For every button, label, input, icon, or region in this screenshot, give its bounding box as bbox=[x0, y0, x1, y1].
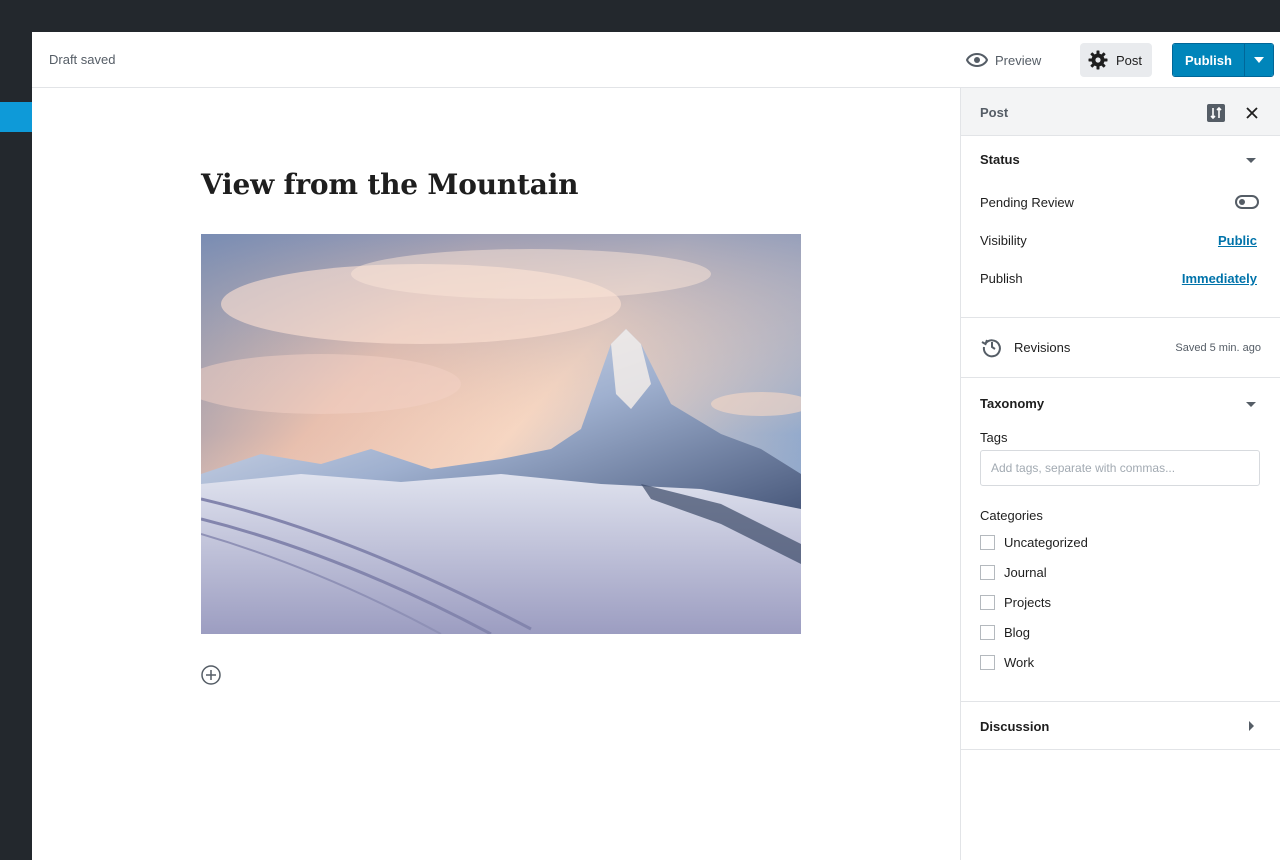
publish-date-link[interactable]: Immediately bbox=[1182, 271, 1257, 286]
caret-down-icon[interactable] bbox=[1245, 399, 1257, 411]
category-label: Blog bbox=[1004, 625, 1031, 640]
category-label: Journal bbox=[1004, 565, 1047, 580]
plus-circle-icon bbox=[201, 665, 221, 685]
admin-bar bbox=[0, 0, 1280, 32]
sidebar-header: Post bbox=[961, 88, 1280, 136]
settings-button[interactable]: Post bbox=[1080, 43, 1152, 77]
history-icon bbox=[981, 339, 1001, 358]
settings-sidebar: Post Status Pending Review Visibility Pu… bbox=[960, 88, 1280, 860]
pending-review-label: Pending Review bbox=[980, 195, 1074, 210]
discussion-panel-title[interactable]: Discussion bbox=[980, 719, 1049, 734]
mountain-photo bbox=[201, 234, 801, 634]
taxonomy-panel-title[interactable]: Taxonomy bbox=[980, 396, 1044, 411]
category-label: Uncategorized bbox=[1004, 535, 1088, 550]
discussion-panel[interactable]: Discussion bbox=[961, 702, 1280, 750]
status-panel: Status Pending Review Visibility Public … bbox=[961, 136, 1280, 318]
category-label: Work bbox=[1004, 655, 1035, 670]
checkbox[interactable] bbox=[980, 535, 995, 550]
sidebar-toggle-icon[interactable] bbox=[1207, 104, 1225, 122]
post-title[interactable]: View from the Mountain bbox=[201, 168, 578, 201]
admin-menu-active-item[interactable] bbox=[0, 102, 32, 132]
publish-date-label: Publish bbox=[980, 271, 1023, 286]
category-checkbox-projects[interactable]: Projects bbox=[980, 595, 1051, 610]
checkbox[interactable] bbox=[980, 655, 995, 670]
publish-button-group: Publish bbox=[1172, 43, 1274, 77]
category-label: Projects bbox=[1004, 595, 1051, 610]
taxonomy-panel: Taxonomy Tags Categories Uncategorized J… bbox=[961, 378, 1280, 702]
settings-label: Post bbox=[1116, 52, 1143, 68]
admin-sidebar bbox=[0, 32, 32, 860]
visibility-link[interactable]: Public bbox=[1218, 233, 1257, 248]
caret-down-icon[interactable] bbox=[1245, 155, 1257, 167]
editor-canvas: View from the Mountain bbox=[32, 88, 960, 860]
tags-input[interactable] bbox=[980, 450, 1260, 486]
tags-label: Tags bbox=[980, 430, 1008, 445]
tab-post[interactable]: Post bbox=[980, 105, 1008, 120]
publish-button[interactable]: Publish bbox=[1173, 44, 1244, 76]
preview-label: Preview bbox=[995, 52, 1042, 68]
category-checkbox-blog[interactable]: Blog bbox=[980, 625, 1030, 640]
revisions-panel[interactable]: Revisions Saved 5 min. ago bbox=[961, 318, 1280, 378]
status-panel-title[interactable]: Status bbox=[980, 152, 1020, 167]
toggle-knob bbox=[1239, 199, 1245, 205]
publish-options-toggle[interactable] bbox=[1243, 44, 1273, 76]
add-block-button[interactable] bbox=[200, 664, 222, 686]
categories-label: Categories bbox=[980, 508, 1043, 523]
caret-down-icon bbox=[1253, 57, 1264, 63]
close-icon[interactable] bbox=[1243, 104, 1261, 122]
block-editor: Draft saved Preview Post Publish View fr… bbox=[32, 32, 1280, 860]
eye-icon bbox=[966, 53, 988, 67]
revisions-saved-time: Saved 5 min. ago bbox=[1175, 342, 1261, 354]
category-checkbox-uncategorized[interactable]: Uncategorized bbox=[980, 535, 1088, 550]
visibility-label: Visibility bbox=[980, 233, 1027, 248]
editor-header: Draft saved Preview Post Publish bbox=[32, 32, 1280, 88]
image-block[interactable] bbox=[201, 234, 801, 634]
draft-status-text: Draft saved bbox=[49, 52, 116, 67]
category-checkbox-work[interactable]: Work bbox=[980, 655, 1034, 670]
checkbox[interactable] bbox=[980, 595, 995, 610]
checkbox[interactable] bbox=[980, 625, 995, 640]
checkbox[interactable] bbox=[980, 565, 995, 580]
category-checkbox-journal[interactable]: Journal bbox=[980, 565, 1047, 580]
pending-review-toggle[interactable] bbox=[1235, 195, 1259, 209]
caret-right-icon[interactable] bbox=[1245, 720, 1257, 732]
revisions-label: Revisions bbox=[1014, 340, 1071, 355]
gear-icon bbox=[1088, 50, 1108, 70]
preview-button[interactable]: Preview bbox=[966, 44, 1041, 76]
